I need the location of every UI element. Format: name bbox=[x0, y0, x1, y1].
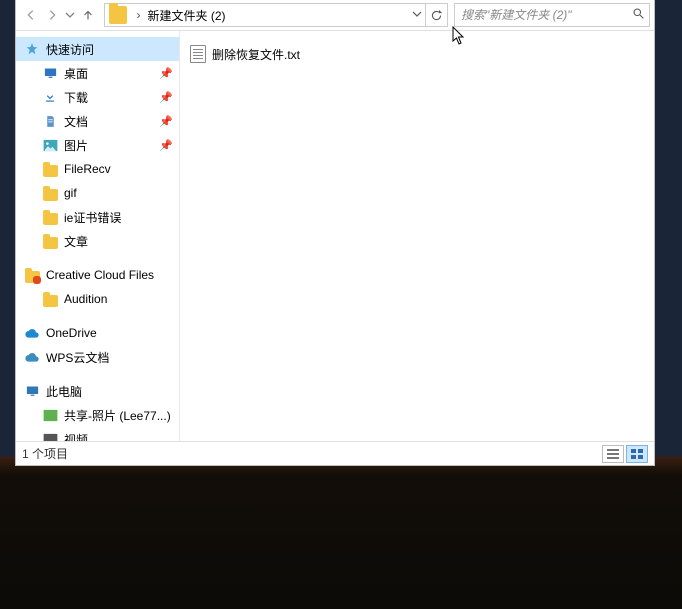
nav-label: 文章 bbox=[64, 233, 88, 250]
nav-label: ie证书错误 bbox=[64, 209, 121, 226]
explorer-body: 快速访问 桌面 📌 下载 📌 文档 bbox=[16, 31, 654, 441]
nav-desktop[interactable]: 桌面 📌 bbox=[16, 61, 179, 85]
pin-icon: 📌 bbox=[159, 91, 173, 104]
nav-wps[interactable]: WPS云文档 bbox=[16, 345, 179, 369]
nav-label: FileRecv bbox=[64, 162, 111, 176]
nav-label: 文档 bbox=[64, 113, 88, 130]
status-item-count: 1 个项目 bbox=[22, 445, 68, 462]
navigation-pane[interactable]: 快速访问 桌面 📌 下载 📌 文档 bbox=[16, 31, 180, 441]
file-name: 删除恢复文件.txt bbox=[212, 46, 300, 63]
cloud-icon bbox=[24, 349, 40, 365]
nav-label: Audition bbox=[64, 292, 107, 306]
cloud-icon bbox=[24, 325, 40, 341]
search-box[interactable] bbox=[454, 3, 650, 27]
nav-audition[interactable]: Audition bbox=[16, 287, 179, 311]
pictures-icon bbox=[42, 137, 58, 153]
nav-label: 共享-照片 (Lee77...) bbox=[64, 407, 171, 424]
nav-label: gif bbox=[64, 186, 77, 200]
nav-filerecv[interactable]: FileRecv bbox=[16, 157, 179, 181]
folder-icon bbox=[43, 237, 58, 249]
recent-locations-button[interactable] bbox=[63, 3, 77, 27]
chevron-right-icon[interactable]: › bbox=[131, 8, 145, 22]
nav-label: WPS云文档 bbox=[46, 349, 109, 366]
nav-this-pc[interactable]: 此电脑 bbox=[16, 379, 179, 403]
pictures-icon bbox=[42, 407, 58, 423]
view-large-icons-button[interactable] bbox=[626, 445, 648, 463]
nav-label: OneDrive bbox=[46, 326, 97, 340]
nav-documents[interactable]: 文档 📌 bbox=[16, 109, 179, 133]
folder-icon bbox=[43, 189, 58, 201]
search-icon[interactable] bbox=[627, 7, 649, 23]
pc-icon bbox=[24, 383, 40, 399]
up-button[interactable] bbox=[77, 3, 98, 27]
forward-button[interactable] bbox=[41, 3, 62, 27]
folder-icon bbox=[43, 165, 58, 177]
pin-icon: 📌 bbox=[159, 115, 173, 128]
nav-quick-access[interactable]: 快速访问 bbox=[16, 37, 179, 61]
nav-label: 下载 bbox=[64, 89, 88, 106]
pin-icon: 📌 bbox=[159, 67, 173, 80]
nav-shared-photos[interactable]: 共享-照片 (Lee77...) bbox=[16, 403, 179, 427]
text-file-icon bbox=[190, 45, 206, 63]
breadcrumb-current[interactable]: 新建文件夹 (2) bbox=[145, 7, 227, 24]
address-dropdown-button[interactable] bbox=[407, 8, 425, 22]
toolbar: › 新建文件夹 (2) bbox=[16, 0, 654, 31]
back-button[interactable] bbox=[20, 3, 41, 27]
nav-label: 桌面 bbox=[64, 65, 88, 82]
refresh-button[interactable] bbox=[426, 3, 448, 27]
nav-iecert[interactable]: ie证书错误 bbox=[16, 205, 179, 229]
document-icon bbox=[42, 113, 58, 129]
download-icon bbox=[42, 89, 58, 105]
nav-label: Creative Cloud Files bbox=[46, 268, 154, 282]
folder-icon bbox=[109, 6, 127, 24]
file-list-pane[interactable]: 删除恢复文件.txt bbox=[180, 31, 654, 441]
video-icon bbox=[42, 431, 58, 441]
nav-label: 快速访问 bbox=[46, 41, 94, 58]
folder-icon bbox=[43, 213, 58, 225]
nav-onedrive[interactable]: OneDrive bbox=[16, 321, 179, 345]
status-bar: 1 个项目 bbox=[16, 441, 654, 465]
address-bar[interactable]: › 新建文件夹 (2) bbox=[104, 3, 426, 27]
file-item[interactable]: 删除恢复文件.txt bbox=[190, 43, 430, 65]
nav-creative-cloud[interactable]: Creative Cloud Files bbox=[16, 263, 179, 287]
nav-label: 此电脑 bbox=[46, 383, 82, 400]
folder-icon bbox=[25, 271, 40, 283]
pin-icon: 📌 bbox=[159, 139, 173, 152]
folder-icon bbox=[43, 295, 58, 307]
nav-label: 视频 bbox=[64, 431, 88, 442]
nav-label: 图片 bbox=[64, 137, 88, 154]
view-details-button[interactable] bbox=[602, 445, 624, 463]
nav-gif[interactable]: gif bbox=[16, 181, 179, 205]
desktop-icon bbox=[42, 65, 58, 81]
star-icon bbox=[24, 41, 40, 57]
nav-articles[interactable]: 文章 bbox=[16, 229, 179, 253]
nav-downloads[interactable]: 下载 📌 bbox=[16, 85, 179, 109]
file-explorer-window: › 新建文件夹 (2) 快速访问 bbox=[15, 0, 655, 466]
nav-video[interactable]: 视频 bbox=[16, 427, 179, 441]
nav-pictures[interactable]: 图片 📌 bbox=[16, 133, 179, 157]
search-input[interactable] bbox=[455, 8, 627, 22]
